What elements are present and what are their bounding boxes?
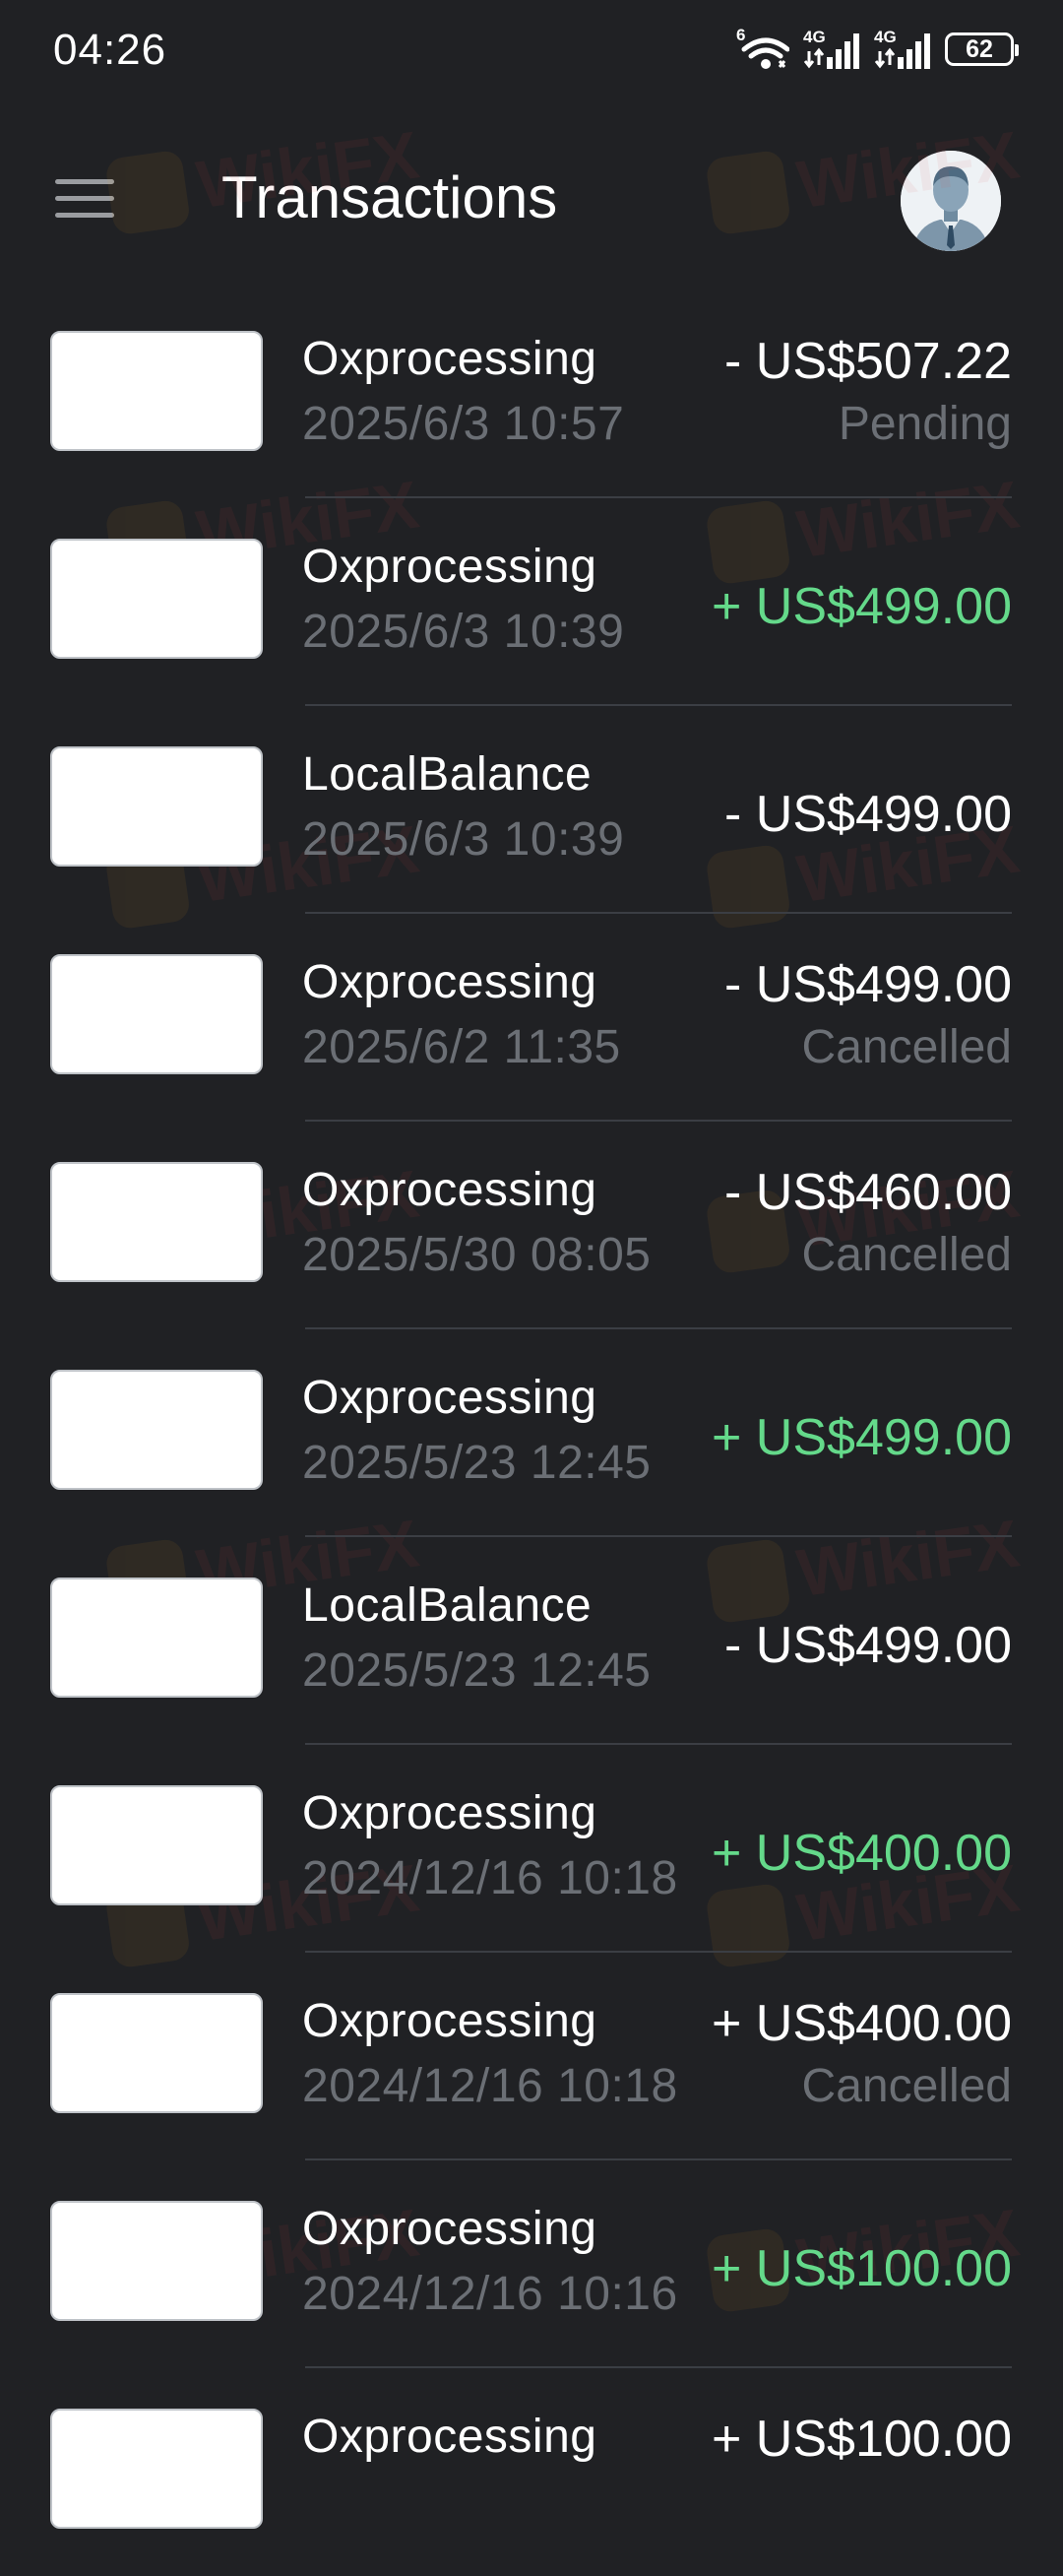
status-icons: 6 4G 4G 62 (736, 26, 1019, 71)
transaction-row[interactable]: Oxprocessing + US$100.00 (0, 2368, 1063, 2576)
transaction-thumbnail (50, 331, 263, 451)
app-bar: Transactions (0, 98, 1063, 290)
transaction-amount: - US$507.22 (724, 333, 1012, 390)
transaction-row[interactable]: Oxprocessing 2025/5/30 08:05 - US$460.00… (0, 1122, 1063, 1329)
transaction-status: Pending (838, 398, 1012, 450)
transaction-amount: + US$100.00 (711, 2240, 1012, 2297)
transaction-thumbnail (50, 746, 263, 867)
transaction-status: Cancelled (801, 2060, 1012, 2112)
transaction-thumbnail (50, 1162, 263, 1282)
transaction-name: LocalBalance (302, 748, 593, 801)
transaction-thumbnail (50, 1370, 263, 1490)
status-time: 04:26 (53, 26, 167, 74)
transaction-row[interactable]: Oxprocessing 2024/12/16 10:16 + US$100.0… (0, 2160, 1063, 2368)
page-title: Transactions (221, 164, 558, 230)
transaction-amount: - US$460.00 (724, 1164, 1012, 1221)
transaction-name: LocalBalance (302, 1579, 593, 1632)
battery-icon: 62 (945, 32, 1019, 66)
transaction-name: Oxprocessing (302, 541, 597, 593)
transaction-amount: + US$100.00 (711, 2411, 1012, 2468)
transaction-amount: - US$499.00 (724, 1617, 1012, 1674)
avatar[interactable] (901, 151, 1001, 251)
transaction-thumbnail (50, 539, 263, 659)
transaction-name: Oxprocessing (302, 1995, 597, 2047)
transaction-date: 2025/5/23 12:45 (302, 1644, 652, 1697)
menu-icon[interactable] (55, 177, 114, 221)
transaction-row[interactable]: LocalBalance 2025/5/23 12:45 - US$499.00 (0, 1537, 1063, 1745)
transaction-row[interactable]: Oxprocessing 2025/6/2 11:35 - US$499.00 … (0, 914, 1063, 1122)
transaction-amount: - US$499.00 (724, 956, 1012, 1013)
transaction-name: Oxprocessing (302, 1787, 597, 1839)
transaction-date: 2025/6/3 10:39 (302, 606, 625, 658)
wifi-icon: 6 (736, 26, 790, 71)
transaction-row[interactable]: Oxprocessing 2025/6/3 10:39 + US$499.00 (0, 498, 1063, 706)
transaction-thumbnail (50, 954, 263, 1074)
cell-signal-icon-1: 4G (803, 28, 860, 71)
transaction-amount: + US$499.00 (711, 1409, 1012, 1466)
transaction-thumbnail (50, 1993, 263, 2113)
transaction-thumbnail (50, 2409, 263, 2529)
transaction-amount: + US$400.00 (711, 1825, 1012, 1882)
transaction-date: 2024/12/16 10:18 (302, 2060, 678, 2112)
transaction-name: Oxprocessing (302, 2203, 597, 2255)
transaction-name: Oxprocessing (302, 1372, 597, 1424)
transaction-name: Oxprocessing (302, 1164, 597, 1216)
transaction-name: Oxprocessing (302, 333, 597, 385)
transaction-date: 2024/12/16 10:16 (302, 2268, 678, 2320)
wifi-tag: 6 (736, 26, 746, 44)
transaction-date: 2025/6/2 11:35 (302, 1021, 621, 1073)
transaction-name: Oxprocessing (302, 956, 597, 1008)
transaction-date: 2025/5/30 08:05 (302, 1229, 652, 1281)
transaction-row[interactable]: Oxprocessing 2025/6/3 10:57 - US$507.22 … (0, 290, 1063, 498)
cell-signal-icon-2: 4G (874, 28, 931, 71)
transaction-row[interactable]: Oxprocessing 2025/5/23 12:45 + US$499.00 (0, 1329, 1063, 1537)
transaction-row[interactable]: Oxprocessing 2024/12/16 10:18 + US$400.0… (0, 1745, 1063, 1953)
transaction-status: Cancelled (801, 1021, 1012, 1073)
transaction-name: Oxprocessing (302, 2411, 597, 2463)
transaction-amount: + US$499.00 (711, 578, 1012, 635)
transaction-thumbnail (50, 1785, 263, 1905)
transaction-row[interactable]: Oxprocessing 2024/12/16 10:18 + US$400.0… (0, 1953, 1063, 2160)
transaction-status: Cancelled (801, 1229, 1012, 1281)
transaction-amount: + US$400.00 (711, 1995, 1012, 2052)
transaction-date: 2025/5/23 12:45 (302, 1437, 652, 1489)
transaction-date: 2025/6/3 10:39 (302, 813, 625, 866)
transaction-date: 2025/6/3 10:57 (302, 398, 625, 450)
battery-level: 62 (966, 34, 993, 63)
transaction-thumbnail (50, 2201, 263, 2321)
transaction-amount: - US$499.00 (724, 786, 1012, 843)
transaction-row[interactable]: LocalBalance 2025/6/3 10:39 - US$499.00 (0, 706, 1063, 914)
status-bar: 04:26 6 4G 4G 62 (0, 0, 1063, 98)
transaction-thumbnail (50, 1578, 263, 1698)
transaction-date: 2024/12/16 10:18 (302, 1852, 678, 1904)
